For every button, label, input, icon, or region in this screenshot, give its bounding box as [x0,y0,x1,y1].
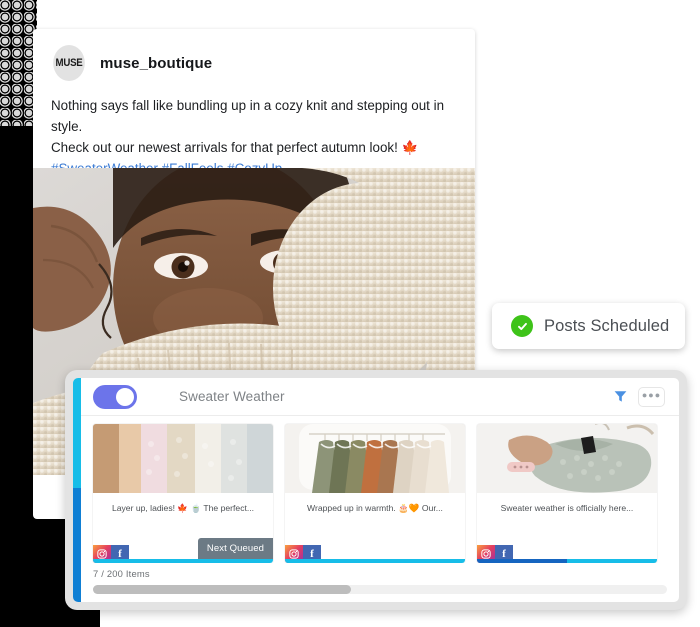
tile-progress-bar [93,559,273,563]
tile-progress-bar [285,559,465,563]
post-username: muse_boutique [100,54,213,72]
post-tile[interactable]: Wrapped up in warmth. 🎂🧡 Our... f [285,424,465,563]
tile-footer: f [285,541,465,563]
post-tile[interactable]: Sweater weather is officially here... f [477,424,657,563]
post-tiles-row: Layer up, ladies! 🍁 🍵 The perfect... f N… [81,416,679,563]
tile-thumbnail [285,424,465,493]
halftone-dot-pattern [0,0,37,126]
post-header: MUSE muse_boutique [33,29,475,81]
scheduler-header: Sweater Weather ●●● [81,378,679,416]
scheduler-window: Sweater Weather ●●● Layer up, ladies! 🍁 … [65,370,687,610]
campaign-title: Sweater Weather [179,389,285,404]
horizontal-scrollbar[interactable] [93,585,667,594]
caption-line-1: Nothing says fall like bundling up in a … [51,98,445,134]
header-actions: ●●● [613,386,665,407]
scrollbar-thumb[interactable] [93,585,352,594]
campaign-toggle[interactable] [93,384,137,409]
tile-footer: f [477,541,657,563]
next-queued-badge[interactable]: Next Queued [197,538,273,559]
more-menu-button[interactable]: ●●● [638,386,665,407]
posts-scheduled-badge: Posts Scheduled [492,303,685,349]
avatar: MUSE [53,45,85,81]
post-caption: Nothing says fall like bundling up in a … [33,81,475,179]
scheduler-footer: 7 / 200 Items [81,563,679,602]
check-circle-icon [511,315,533,337]
posts-scheduled-label: Posts Scheduled [544,316,670,335]
tile-caption: Sweater weather is officially here... [500,503,634,513]
tile-caption: Wrapped up in warmth. 🎂🧡 Our... [307,503,443,513]
caption-line-2: Check out our newest arrivals for that p… [51,140,419,155]
post-tile[interactable]: Layer up, ladies! 🍁 🍵 The perfect... f N… [93,424,273,563]
tile-thumbnail [93,424,273,493]
tile-footer: f Next Queued [93,538,273,563]
status-accent-bar [73,378,81,602]
tile-progress-bar [477,559,657,563]
tile-caption: Layer up, ladies! 🍁 🍵 The perfect... [111,503,255,513]
filter-funnel-icon[interactable] [613,389,628,404]
item-count-label: 7 / 200 Items [93,568,150,579]
tile-thumbnail [477,424,657,493]
